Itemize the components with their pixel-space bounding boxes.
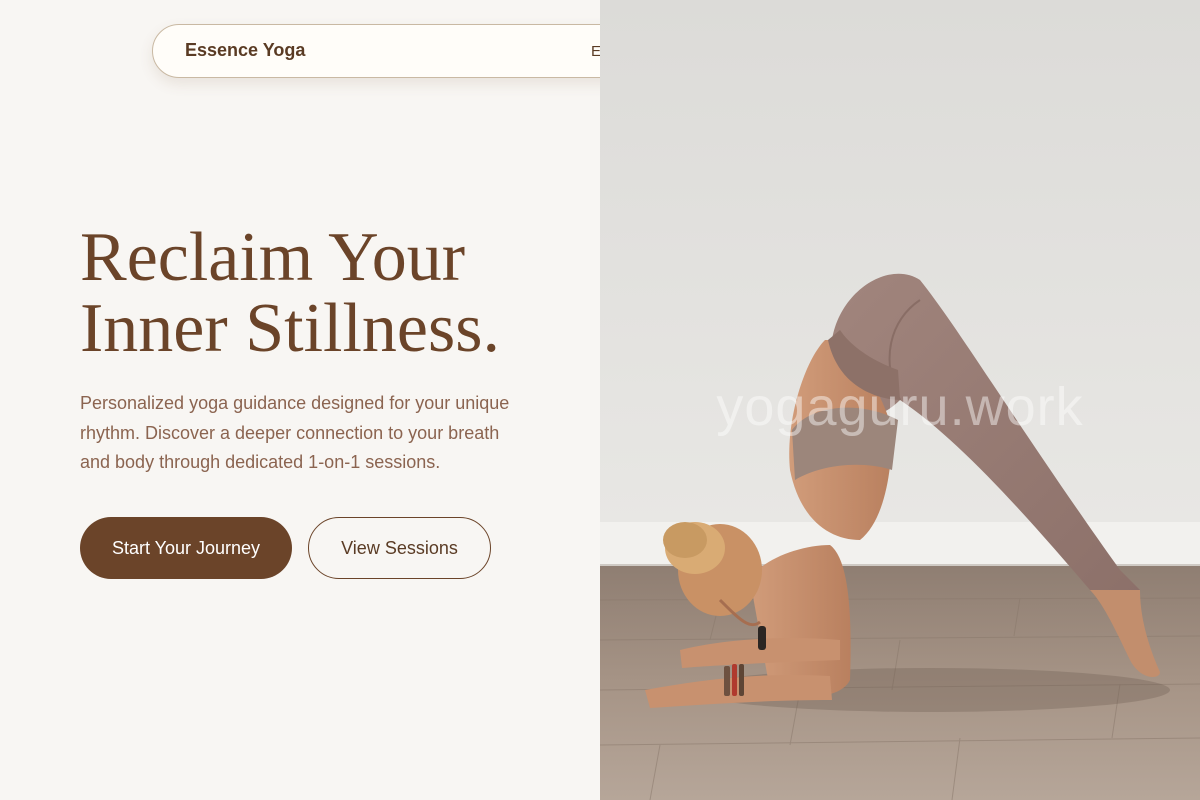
hero-left-panel: Reclaim Your Inner Stillness. Personaliz… bbox=[0, 0, 600, 800]
watermark-text: yogaguru.work bbox=[716, 377, 1084, 437]
hero-headline-line-1: Reclaim Your bbox=[80, 219, 465, 296]
hero-photo: yogaguru.work bbox=[600, 0, 1200, 800]
hero-headline: Reclaim Your Inner Stillness. bbox=[80, 222, 580, 364]
hero-headline-line-2: Inner Stillness. bbox=[80, 290, 500, 367]
start-your-journey-button[interactable]: Start Your Journey bbox=[80, 517, 292, 579]
brand-logo-text[interactable]: Essence Yoga bbox=[185, 40, 305, 61]
view-sessions-button[interactable]: View Sessions bbox=[308, 517, 491, 579]
hero-subtext: Personalized yoga guidance designed for … bbox=[80, 393, 510, 472]
